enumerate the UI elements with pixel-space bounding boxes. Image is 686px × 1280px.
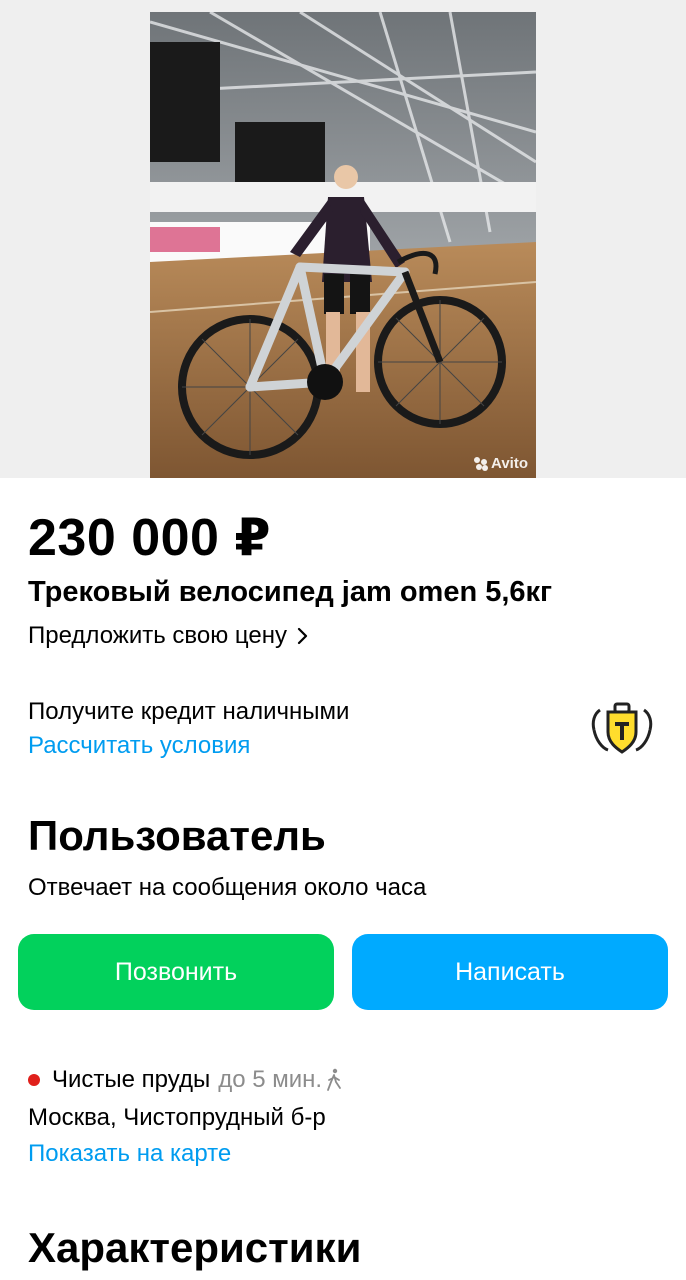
tinkoff-shield-icon [591,702,653,754]
bike-photo-image [150,12,536,478]
call-button-label: Позвонить [114,957,238,986]
message-button-label: Написать [455,957,565,986]
seller-response-time: Отвечает на сообщения около часа [28,874,427,901]
avito-watermark: Avito [474,455,528,472]
call-button[interactable]: Позвонить [18,934,334,1010]
specs-heading: Характеристики [28,1224,362,1271]
watermark-text: Avito [491,455,528,472]
show-on-map-link[interactable]: Показать на карте [28,1140,231,1168]
address: Москва, Чистопрудный б-р [28,1104,326,1131]
offer-price-link[interactable]: Предложить свою цену [28,622,309,650]
listing-price: 230 000 ₽ [28,509,272,567]
avito-logo-icon [474,456,489,471]
offer-price-label: Предложить свою цену [28,622,287,649]
listing-photo[interactable]: Avito [150,12,536,478]
photo-gallery[interactable]: Avito [0,0,686,478]
metro-station: Чистые пруды [52,1066,211,1093]
message-button[interactable]: Написать [352,934,668,1010]
metro-walk-time: до 5 мин. [218,1066,323,1093]
seller-heading[interactable]: Пользователь [28,812,326,860]
walking-person-icon [327,1068,341,1091]
metro-info: Чистые пруды до 5 мин. [28,1066,344,1094]
metro-line-icon [28,1074,40,1086]
credit-offer-text: Получите кредит наличными [28,698,350,725]
listing-title: Трековый велосипед jam omen 5,6кг [28,576,553,608]
chevron-right-icon [297,627,308,645]
calculate-credit-link[interactable]: Рассчитать условия [28,732,250,760]
